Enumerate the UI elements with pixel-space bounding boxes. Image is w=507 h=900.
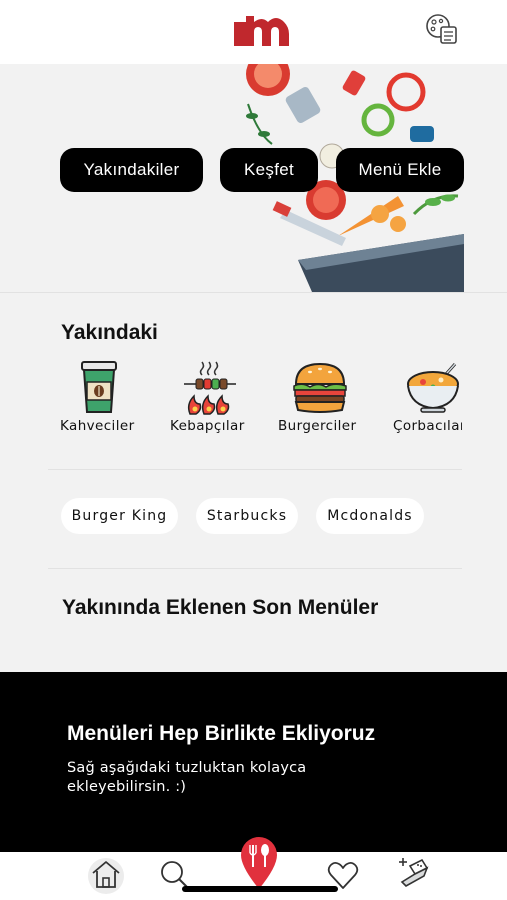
top-bar <box>0 0 507 64</box>
promo-title: Menüleri Hep Birlikte Ekliyoruz <box>67 722 376 745</box>
logo <box>234 16 289 46</box>
hero-banner: Yakındakiler Keşfet Menü Ekle <box>0 64 507 292</box>
category-burger[interactable]: Burgerciler <box>278 360 364 436</box>
place-chip[interactable]: Starbucks <box>196 498 298 534</box>
nearby-button[interactable]: Yakındakiler <box>60 148 203 192</box>
explore-button[interactable]: Keşfet <box>220 148 318 192</box>
home-icon[interactable] <box>90 858 122 890</box>
coffee-cup-icon <box>81 361 117 413</box>
hero-divider <box>0 292 507 293</box>
category-label: Kahveciler <box>60 418 135 434</box>
add-menu-button[interactable]: Menü Ekle <box>336 148 464 192</box>
home-indicator <box>182 886 338 892</box>
kebab-grill-icon <box>184 361 236 415</box>
category-coffee[interactable]: Kahveciler <box>60 360 140 436</box>
menu-book-icon[interactable] <box>424 12 460 46</box>
places-divider <box>48 568 462 569</box>
category-label: Çorbacılar <box>393 418 462 434</box>
recent-menus-title: Yakınında Eklenen Son Menüler <box>62 596 379 619</box>
categories-divider <box>48 469 462 470</box>
category-kebab[interactable]: Kebapçılar <box>168 360 252 436</box>
promo-banner: Menüleri Hep Birlikte Ekliyoruz Sağ aşağ… <box>0 672 507 852</box>
place-chip[interactable]: Burger King <box>61 498 178 534</box>
place-chip[interactable]: Mcdonalds <box>316 498 424 534</box>
promo-text: Sağ aşağıdaki tuzluktan kolayca ekleyebi… <box>67 760 307 795</box>
category-label: Burgerciler <box>278 418 357 434</box>
category-soup[interactable]: Çorbacılar <box>391 360 462 436</box>
salt-shaker-icon[interactable] <box>396 856 430 890</box>
burger-icon <box>293 362 347 413</box>
soup-bowl-icon <box>407 363 459 413</box>
category-label: Kebapçılar <box>170 418 245 434</box>
location-pin-icon[interactable] <box>237 835 281 891</box>
nearby-title: Yakındaki <box>61 321 158 344</box>
